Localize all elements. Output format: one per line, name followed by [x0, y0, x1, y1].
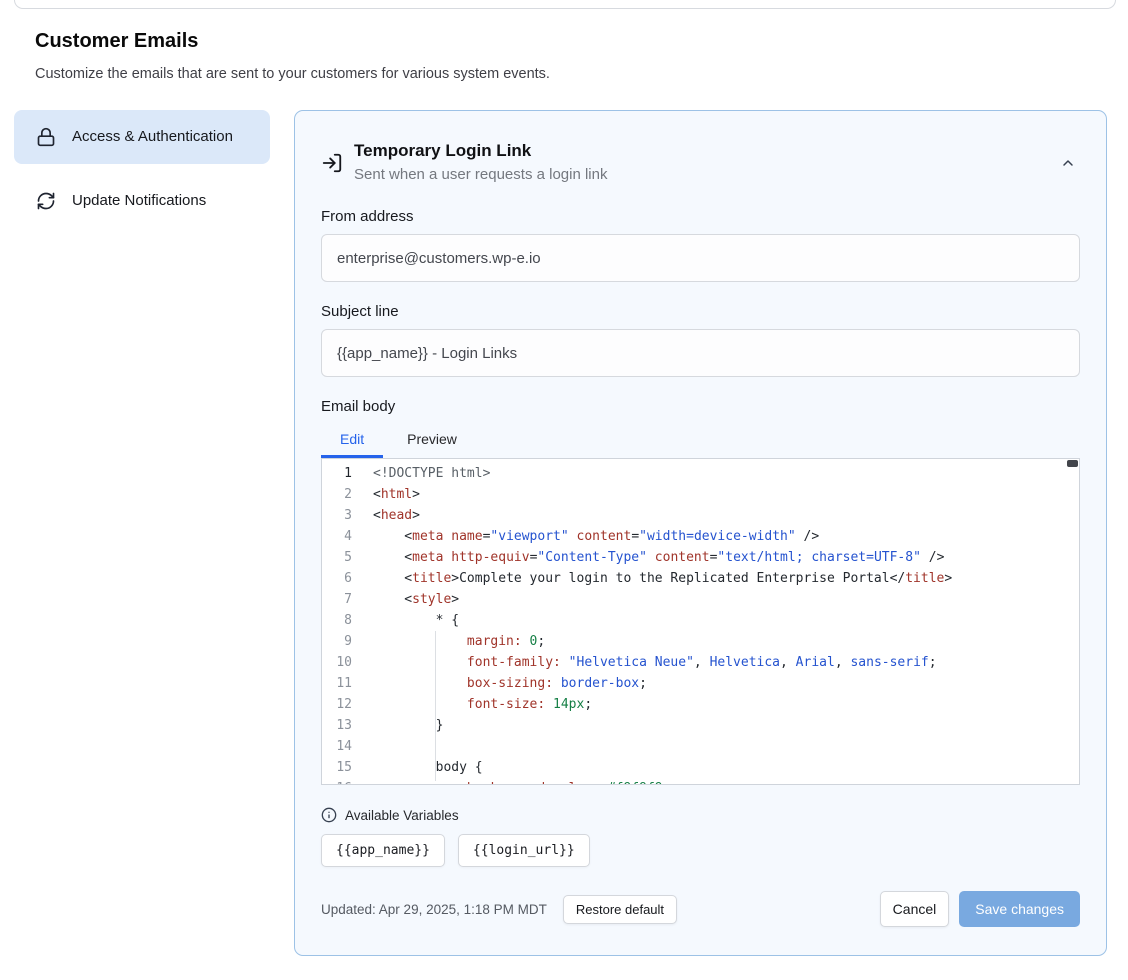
code-line: 6 <title>Complete your login to the Repl… [322, 568, 1079, 589]
page-subtitle: Customize the emails that are sent to yo… [35, 66, 550, 82]
code-editor[interactable]: 1<!DOCTYPE html>2<html>3<head>4 <meta na… [321, 458, 1080, 785]
save-changes-button[interactable]: Save changes [959, 891, 1080, 927]
line-number: 10 [322, 652, 352, 673]
sync-icon [36, 191, 56, 211]
chevron-up-icon [1060, 155, 1076, 171]
panel-title: Temporary Login Link [354, 139, 607, 163]
line-number: 1 [322, 463, 352, 484]
line-number: 16 [322, 778, 352, 785]
line-number: 9 [322, 631, 352, 652]
line-number: 6 [322, 568, 352, 589]
from-address-label: From address [321, 208, 1080, 225]
line-number: 12 [322, 694, 352, 715]
sidebar-item-label: Access & Authentication [72, 125, 233, 149]
code-line: 2<html> [322, 484, 1079, 505]
available-variables-row: Available Variables [321, 807, 1080, 823]
code-line: 5 <meta http-equiv="Content-Type" conten… [322, 547, 1079, 568]
line-number: 8 [322, 610, 352, 631]
line-number: 13 [322, 715, 352, 736]
tab-preview[interactable]: Preview [388, 422, 476, 458]
email-settings-panel: Temporary Login Link Sent when a user re… [294, 110, 1107, 956]
line-number: 4 [322, 526, 352, 547]
subject-line-label: Subject line [321, 303, 1080, 320]
editor-tabs: Edit Preview [321, 422, 1080, 458]
panel-subtitle: Sent when a user requests a login link [354, 163, 607, 186]
variable-chip-app-name[interactable]: {{app_name}} [321, 834, 445, 867]
line-number: 11 [322, 673, 352, 694]
code-line: 8 * { [322, 610, 1079, 631]
line-number: 5 [322, 547, 352, 568]
restore-default-button[interactable]: Restore default [563, 895, 677, 924]
lock-icon [36, 127, 56, 147]
panel-footer: Updated: Apr 29, 2025, 1:18 PM MDT Resto… [321, 891, 1080, 927]
code-line: 4 <meta name="viewport" content="width=d… [322, 526, 1079, 547]
variable-chip-login-url[interactable]: {{login_url}} [458, 834, 590, 867]
collapse-chevron-button[interactable] [1056, 151, 1080, 175]
line-number: 15 [322, 757, 352, 778]
info-icon [321, 807, 337, 823]
updated-timestamp: Updated: Apr 29, 2025, 1:18 PM MDT [321, 902, 547, 917]
page-title: Customer Emails [35, 30, 198, 53]
sidebar: Access & Authentication Update Notificat… [14, 110, 270, 238]
code-line: 3<head> [322, 505, 1079, 526]
line-number: 14 [322, 736, 352, 757]
editor-scrollbar-thumb[interactable] [1067, 460, 1078, 467]
line-number: 3 [322, 505, 352, 526]
variable-chips: {{app_name}} {{login_url}} [321, 834, 1080, 867]
line-number: 7 [322, 589, 352, 610]
indent-guide [435, 631, 436, 781]
sidebar-item-access-authentication[interactable]: Access & Authentication [14, 110, 270, 164]
cancel-button[interactable]: Cancel [880, 891, 950, 927]
code-line: 7 <style> [322, 589, 1079, 610]
email-body-label: Email body [321, 398, 1080, 415]
previous-card-bottom-edge [14, 0, 1116, 9]
sidebar-item-label: Update Notifications [72, 189, 206, 213]
from-address-input[interactable] [321, 234, 1080, 282]
panel-header: Temporary Login Link Sent when a user re… [321, 139, 1080, 186]
subject-line-input[interactable] [321, 329, 1080, 377]
tab-edit[interactable]: Edit [321, 422, 383, 458]
line-number: 2 [322, 484, 352, 505]
sidebar-item-update-notifications[interactable]: Update Notifications [14, 174, 270, 228]
code-line: 1<!DOCTYPE html> [322, 463, 1079, 484]
available-variables-label: Available Variables [345, 808, 459, 823]
login-icon [321, 152, 343, 174]
